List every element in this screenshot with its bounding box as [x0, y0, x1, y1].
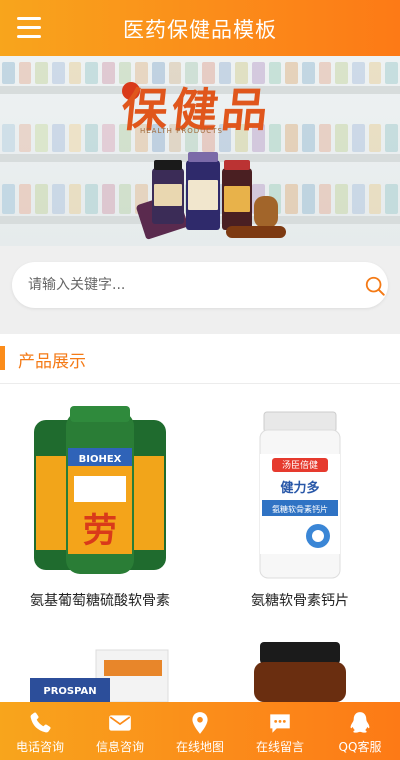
nav-info-consult[interactable]: 信息咨询	[80, 702, 160, 760]
section-accent-bar	[0, 346, 5, 370]
svg-text:健力多: 健力多	[280, 480, 319, 496]
product-card[interactable]	[200, 640, 400, 702]
svg-text:氨糖软骨素钙片: 氨糖软骨素钙片	[272, 504, 328, 514]
product-name: 氨基葡萄糖硫酸软骨素	[30, 593, 170, 609]
section-title: 产品展示	[18, 352, 86, 372]
product-image: PROSPAN	[30, 649, 169, 702]
phone-icon	[30, 712, 51, 733]
section-header: 产品展示	[0, 334, 400, 384]
product-card[interactable]: BIOHEX 劳 氨基葡萄糖硫酸软骨素	[0, 404, 200, 614]
search-icon[interactable]	[364, 275, 386, 297]
nav-label: 在线留言	[255, 740, 304, 754]
nav-label: 电话咨询	[15, 740, 64, 754]
nav-label: 在线地图	[175, 740, 224, 754]
nav-qq-service[interactable]: QQ客服	[320, 702, 400, 760]
nav-online-message[interactable]: 在线留言	[240, 702, 320, 760]
product-image: BIOHEX 劳	[34, 406, 166, 574]
map-pin-icon	[192, 712, 208, 734]
product-card[interactable]: PROSPAN	[0, 640, 200, 702]
products-section: 产品展示 BIOHEX 劳 氨基葡萄糖硫酸软骨素 汤臣倍健 健力多 氨糖软骨素钙…	[0, 334, 400, 760]
hero-banner[interactable]: 保健品 HEALTH PRODUCTS	[0, 56, 400, 246]
page-title: 医药保健品模板	[123, 18, 277, 42]
nav-label: 信息咨询	[95, 740, 144, 754]
product-card[interactable]: 汤臣倍健 健力多 氨糖软骨素钙片 氨糖软骨素钙片	[200, 404, 400, 614]
product-image: 汤臣倍健 健力多 氨糖软骨素钙片	[259, 411, 341, 579]
product-image	[254, 642, 346, 702]
bottom-nav: 电话咨询 信息咨询 在线地图 在线留言 QQ客服	[0, 702, 400, 760]
app-header: 医药保健品模板	[0, 0, 400, 56]
search-input[interactable]	[28, 262, 328, 308]
nav-label: QQ客服	[338, 740, 382, 754]
qq-penguin-icon	[350, 712, 370, 733]
search-bar	[12, 262, 388, 308]
svg-text:BIOHEX: BIOHEX	[79, 454, 122, 465]
product-name: 氨糖软骨素钙片	[251, 593, 349, 609]
svg-text:劳: 劳	[83, 511, 117, 551]
chat-icon	[270, 714, 290, 733]
nav-phone-consult[interactable]: 电话咨询	[0, 702, 80, 760]
banner-subtitle: HEALTH PRODUCTS	[140, 127, 223, 135]
mail-icon	[109, 715, 131, 731]
svg-text:PROSPAN: PROSPAN	[43, 686, 96, 697]
nav-online-map[interactable]: 在线地图	[160, 702, 240, 760]
svg-text:汤臣倍健: 汤臣倍健	[282, 459, 318, 471]
